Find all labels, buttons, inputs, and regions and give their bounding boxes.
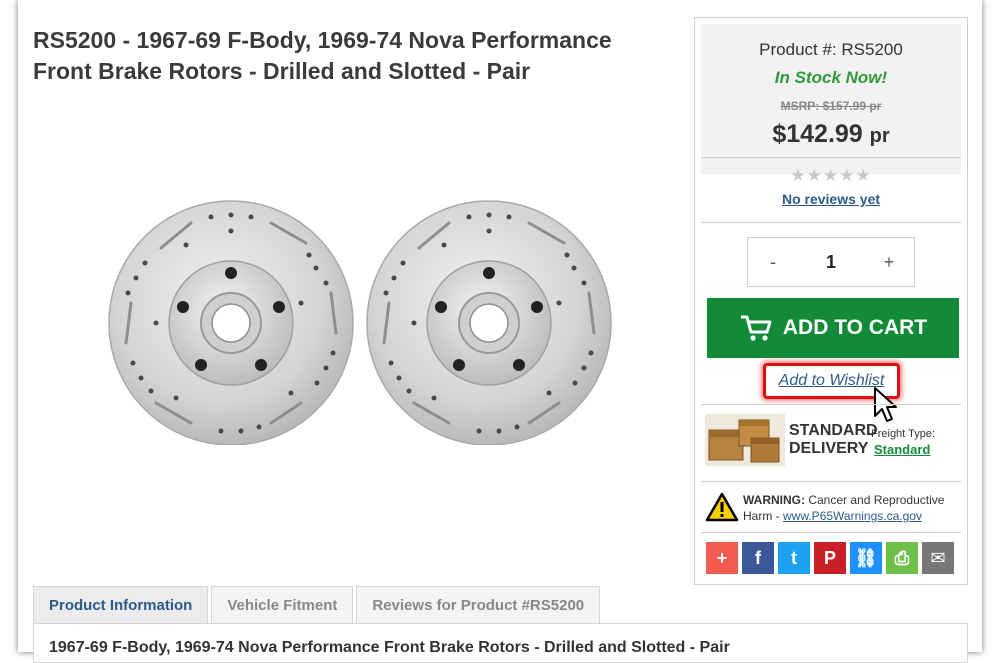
add-to-cart-button[interactable]: ADD TO CART — [707, 298, 959, 358]
freight-type-label: Freight Type: — [871, 428, 935, 440]
product-number: Product #: RS5200 — [759, 40, 903, 59]
freight-type-link[interactable]: Standard — [874, 442, 930, 457]
quantity-increment-button[interactable]: + — [864, 252, 914, 273]
quantity-decrement-button[interactable]: - — [748, 252, 798, 273]
warning-text: WARNING: Cancer and Reproductive Harm - … — [743, 492, 961, 524]
warning-icon — [705, 492, 739, 522]
delivery-line-2: DELIVERY — [789, 440, 869, 457]
no-reviews-link[interactable]: No reviews yet — [695, 191, 967, 207]
print-share-icon[interactable]: ⎙ — [886, 542, 918, 574]
divider — [701, 222, 961, 223]
purchase-panel: Product #: RS5200 In Stock Now! MSRP: $1… — [694, 17, 968, 585]
delivery-line-1: STANDARD — [789, 422, 878, 439]
product-image — [107, 199, 613, 445]
quantity-stepper: - 1 + — [747, 237, 915, 287]
add-to-cart-label: ADD TO CART — [782, 316, 928, 339]
share-buttons: + f t P ⛓ ⎙ ✉ — [706, 542, 954, 574]
pinterest-share-icon[interactable]: P — [814, 542, 846, 574]
product-tabs: Product Information Vehicle Fitment Revi… — [33, 586, 601, 624]
rating-stars-icon: ★★★★★ — [790, 166, 872, 185]
divider — [701, 157, 961, 158]
p65-warnings-link[interactable]: www.P65Warnings.ca.gov — [783, 509, 922, 523]
divider — [701, 481, 961, 482]
sale-price: $142.99 pr — [701, 120, 961, 149]
facebook-share-icon[interactable]: f — [742, 542, 774, 574]
price-box: Product #: RS5200 In Stock Now! MSRP: $1… — [701, 24, 961, 174]
price-unit: pr — [869, 125, 890, 147]
product-title: RS5200 - 1967-69 F-Body, 1969-74 Nova Pe… — [33, 27, 612, 84]
prop65-warning: WARNING: Cancer and Reproductive Harm - … — [705, 492, 961, 528]
twitter-share-icon[interactable]: t — [778, 542, 810, 574]
price-value: $142.99 — [772, 120, 863, 148]
tab-content-panel: 1967-69 F-Body, 1969-74 Nova Performance… — [33, 623, 968, 663]
stock-status: In Stock Now! — [774, 68, 888, 87]
email-share-icon[interactable]: ✉ — [922, 542, 954, 574]
shipping-boxes-icon — [705, 414, 785, 466]
tab-product-information[interactable]: Product Information — [33, 586, 209, 624]
divider — [701, 404, 961, 405]
tab-reviews[interactable]: Reviews for Product #RS5200 — [356, 586, 601, 624]
tab-content-heading: 1967-69 F-Body, 1969-74 Nova Performance… — [49, 639, 730, 656]
copy-link-share-icon[interactable]: ⛓ — [850, 542, 882, 574]
cart-icon — [740, 315, 772, 341]
quantity-value[interactable]: 1 — [826, 252, 836, 273]
delivery-type-label: STANDARD DELIVERY — [789, 422, 878, 458]
addthis-more-share-icon[interactable]: + — [706, 542, 738, 574]
divider — [701, 532, 961, 533]
msrp-price: MSRP: $157.99 pr — [780, 99, 882, 113]
delivery-info: STANDARD DELIVERY Freight Type: Standard — [705, 414, 961, 470]
warning-label: WARNING: — [743, 493, 805, 507]
tab-vehicle-fitment[interactable]: Vehicle Fitment — [211, 586, 354, 624]
